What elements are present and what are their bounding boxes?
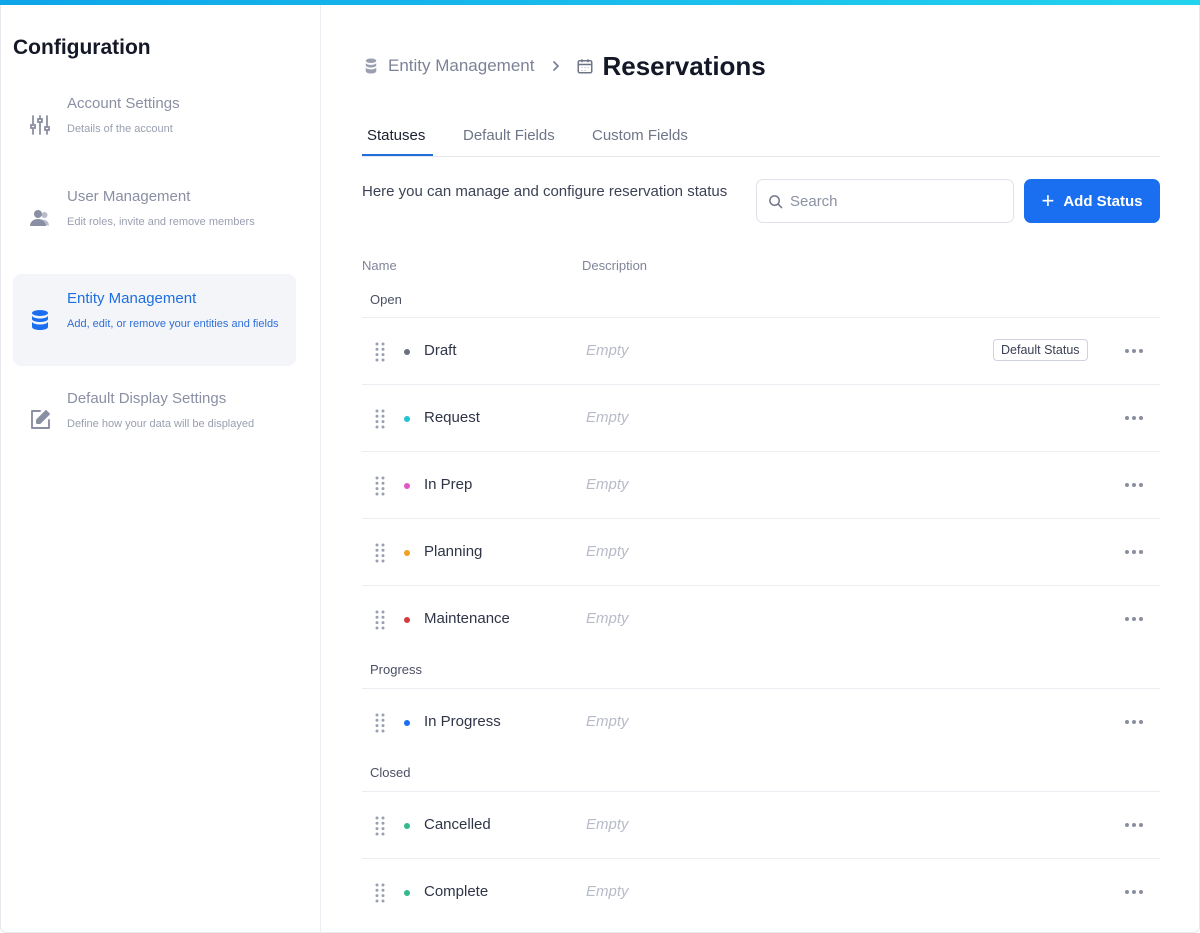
search-box	[756, 179, 1014, 223]
column-header-name: Name	[362, 258, 397, 273]
search-icon	[769, 195, 783, 209]
sidebar-item-label: User Management	[67, 188, 191, 205]
sidebar-item-label: Entity Management	[67, 290, 197, 307]
status-name: Complete	[424, 883, 489, 900]
status-color-dot	[404, 550, 410, 556]
status-name: Draft	[424, 342, 457, 359]
more-options-icon[interactable]	[1122, 881, 1146, 903]
tab-custom-fields[interactable]: Custom Fields	[592, 127, 688, 144]
column-header-description: Description	[582, 258, 648, 273]
table-row[interactable]: Cancelled Empty	[362, 791, 1160, 858]
status-color-dot	[404, 349, 410, 355]
status-description: Empty	[586, 713, 629, 730]
breadcrumb: Entity Management Reservations	[362, 51, 766, 81]
status-name: In Progress	[424, 713, 501, 730]
more-options-icon[interactable]	[1122, 608, 1146, 630]
more-options-icon[interactable]	[1122, 541, 1146, 563]
drag-handle-icon[interactable]	[375, 342, 385, 362]
drag-handle-icon[interactable]	[375, 816, 385, 836]
sidebar-item-description: Add, edit, or remove your entities and f…	[67, 318, 279, 330]
sidebar-title: Configuration	[13, 36, 151, 59]
status-color-dot	[404, 823, 410, 829]
table-row[interactable]: Complete Empty	[362, 858, 1160, 925]
status-name: Cancelled	[424, 816, 491, 833]
sidebar-item-description: Details of the account	[67, 123, 173, 135]
database-icon	[365, 58, 377, 74]
table-row[interactable]: In Prep Empty	[362, 451, 1160, 518]
drag-handle-icon[interactable]	[375, 409, 385, 429]
drag-handle-icon[interactable]	[375, 713, 385, 733]
status-name: Maintenance	[424, 610, 510, 627]
sidebar-item-label: Account Settings	[67, 95, 180, 112]
add-status-button[interactable]: + Add Status	[1024, 179, 1160, 223]
calendar-icon	[577, 59, 593, 74]
more-options-icon[interactable]	[1122, 340, 1146, 362]
sidebar-item-user-management[interactable]: User Management Edit roles, invite and r…	[13, 172, 296, 264]
tab-statuses[interactable]: Statuses	[367, 127, 425, 144]
more-options-icon[interactable]	[1122, 474, 1146, 496]
status-color-dot	[404, 483, 410, 489]
drag-handle-icon[interactable]	[375, 543, 385, 563]
group-label-closed: Closed	[370, 765, 411, 780]
users-icon	[30, 210, 49, 226]
group-label-open: Open	[370, 292, 402, 307]
edit-icon	[31, 410, 50, 429]
status-description: Empty	[586, 342, 629, 359]
sidebar-item-description: Define how your data will be displayed	[67, 418, 255, 430]
default-status-badge: Default Status	[993, 339, 1088, 361]
status-description: Empty	[586, 883, 629, 900]
breadcrumb-parent-link[interactable]: Entity Management	[388, 56, 534, 76]
status-color-dot	[404, 416, 410, 422]
status-description: Empty	[586, 610, 629, 627]
table-row[interactable]: Draft Empty Default Status	[362, 317, 1160, 384]
sidebar: Configuration Account Settings Details o…	[0, 5, 321, 933]
status-description: Empty	[586, 476, 629, 493]
add-status-label: Add Status	[1063, 192, 1143, 210]
chevron-right-icon	[553, 61, 560, 71]
sidebar-item-description: Edit roles, invite and remove members	[67, 216, 255, 228]
plus-icon: +	[1041, 188, 1055, 213]
status-description: Empty	[586, 816, 629, 833]
drag-handle-icon[interactable]	[375, 883, 385, 903]
sidebar-item-default-display-settings[interactable]: Default Display Settings Define how your…	[13, 374, 296, 466]
sidebar-item-entity-management[interactable]: Entity Management Add, edit, or remove y…	[13, 274, 296, 366]
drag-handle-icon[interactable]	[375, 476, 385, 496]
status-color-dot	[404, 890, 410, 896]
page-title: Reservations	[602, 50, 766, 81]
status-description: Empty	[586, 543, 629, 560]
sidebar-item-account-settings[interactable]: Account Settings Details of the account	[13, 79, 296, 171]
table-row[interactable]: Planning Empty	[362, 518, 1160, 585]
more-options-icon[interactable]	[1122, 407, 1146, 429]
sidebar-item-label: Default Display Settings	[67, 390, 227, 407]
status-name: Request	[424, 409, 480, 426]
status-color-dot	[404, 617, 410, 623]
more-options-icon[interactable]	[1122, 814, 1146, 836]
table-row[interactable]: Maintenance Empty	[362, 585, 1160, 652]
tab-default-fields[interactable]: Default Fields	[463, 127, 555, 144]
table-row[interactable]: In Progress Empty	[362, 688, 1160, 755]
intro-text: Here you can manage and configure reserv…	[362, 183, 728, 200]
database-icon	[32, 310, 48, 330]
status-description: Empty	[586, 409, 629, 426]
group-label-progress: Progress	[370, 662, 423, 677]
sliders-icon	[30, 115, 50, 135]
status-color-dot	[404, 720, 410, 726]
more-options-icon[interactable]	[1122, 711, 1146, 733]
tab-bar: Statuses Default Fields Custom Fields	[362, 124, 1160, 157]
main-content: Entity Management Reservations Statuses …	[322, 5, 1200, 933]
drag-handle-icon[interactable]	[375, 610, 385, 630]
active-tab-indicator	[362, 154, 433, 156]
status-name: Planning	[424, 543, 483, 560]
table-row[interactable]: Request Empty	[362, 384, 1160, 451]
status-name: In Prep	[424, 476, 473, 493]
search-input[interactable]	[790, 182, 1005, 220]
